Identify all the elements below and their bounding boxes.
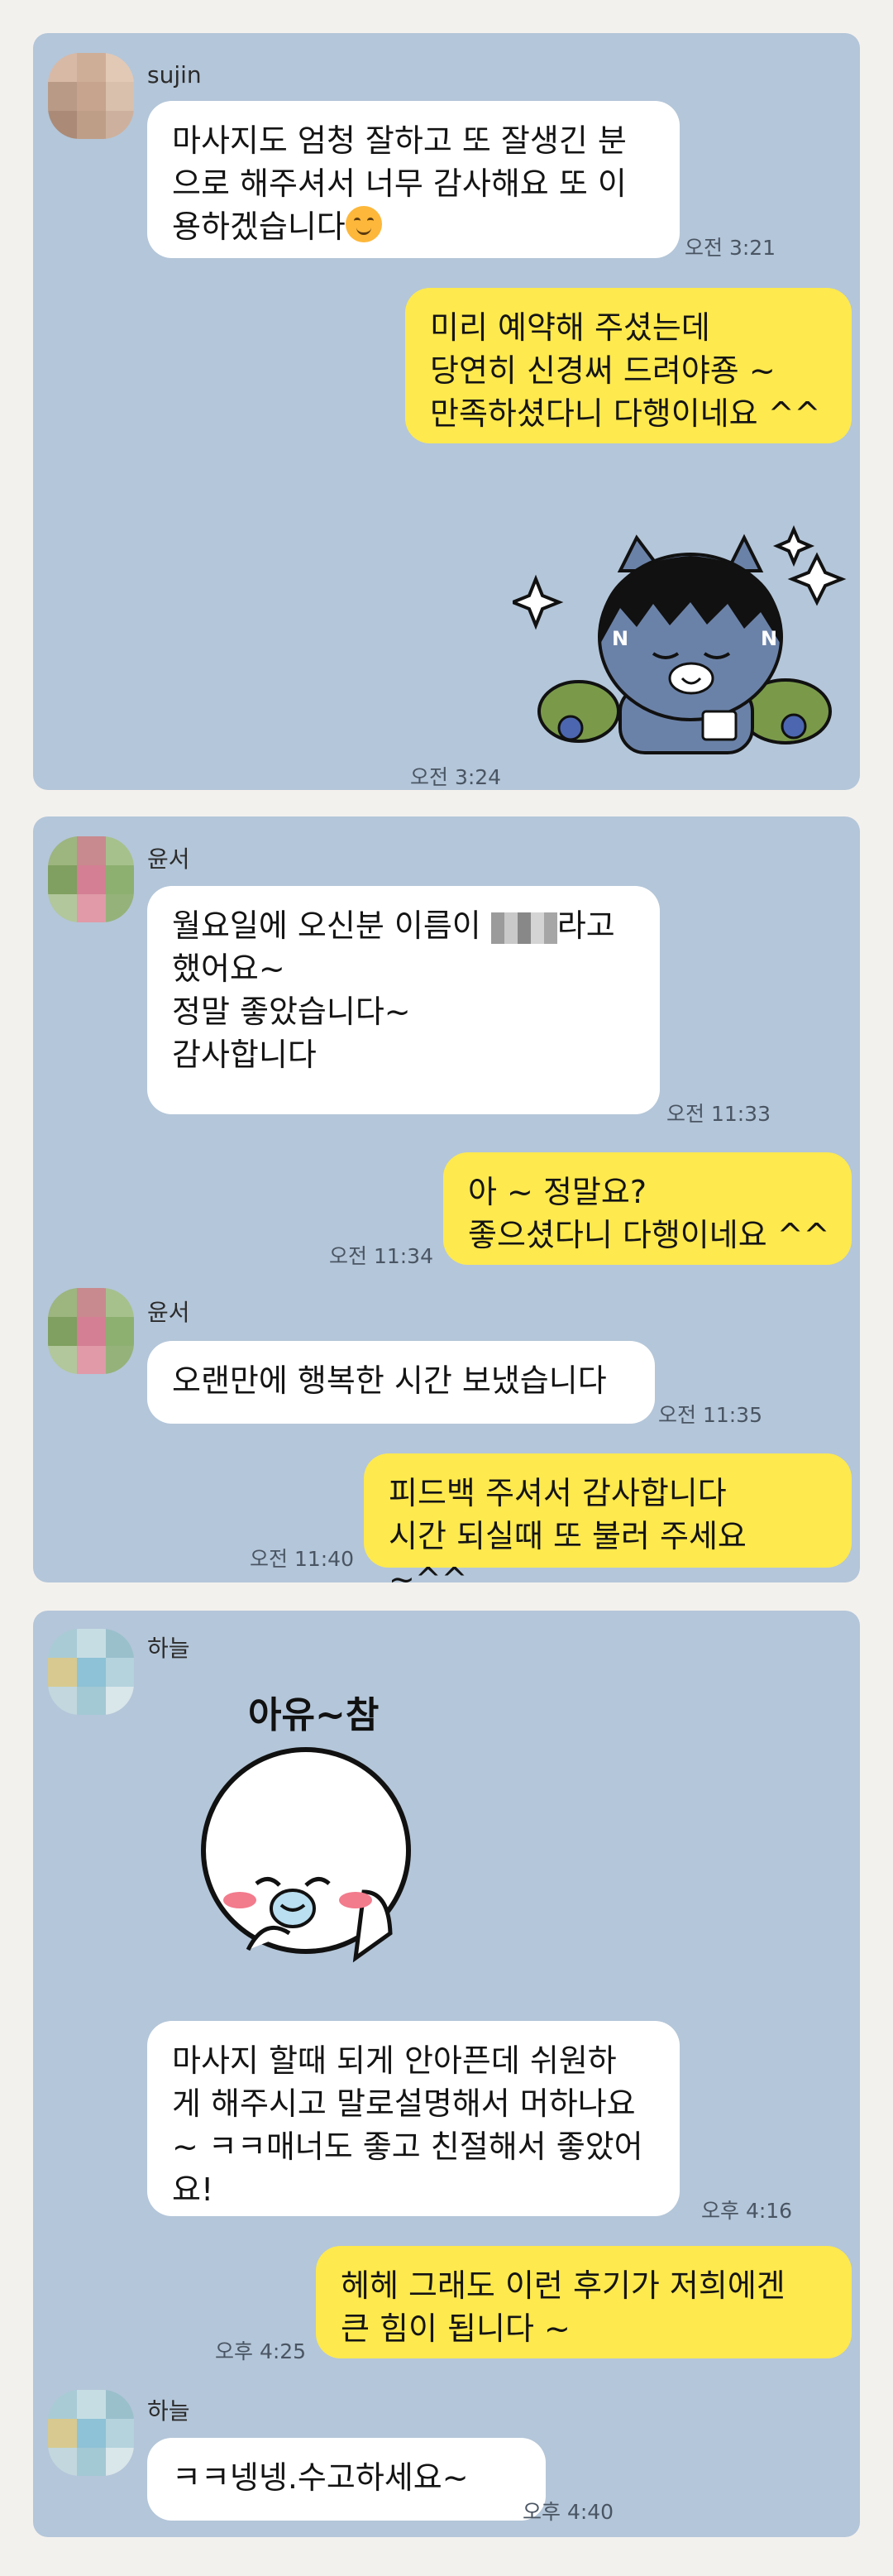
outgoing-message[interactable]: 미리 예약해 주셨는데 당연히 신경써 드려야죵 ~ 만족하셨다니 다행이네요 … bbox=[405, 288, 852, 443]
avatar[interactable] bbox=[48, 836, 134, 922]
incoming-message[interactable]: 마사지도 엄청 잘하고 또 잘생긴 분 으로 해주셔서 너무 감사해요 또 이 … bbox=[147, 101, 680, 258]
message-time: 오전 11:34 bbox=[329, 1244, 433, 1268]
message-time: 오전 3:21 bbox=[685, 236, 776, 260]
message-text: 헤헤 그래도 이런 후기가 저희에겐 큰 힘이 됩니다 ~ bbox=[341, 2267, 786, 2347]
sender-name: 하늘 bbox=[147, 1635, 190, 1662]
sender-name: sujin bbox=[147, 61, 202, 89]
message-text: 오랜만에 행복한 시간 보냈습니다 bbox=[172, 1362, 607, 1399]
message-text: 마사지 할때 되게 안아픈데 쉬원하 게 해주시고 말로설명해서 머하나요 ~ … bbox=[172, 2042, 643, 2208]
incoming-message[interactable]: 오랜만에 행복한 시간 보냈습니다 bbox=[147, 1341, 655, 1424]
message-time: 오전 11:35 bbox=[658, 1403, 762, 1427]
message-time: 오전 11:40 bbox=[250, 1547, 354, 1571]
message-text: 아 ~ 정말요? 좋으셨다니 다행이네요 ^^ bbox=[468, 1174, 830, 1253]
chat-panel-1: sujin 마사지도 엄청 잘하고 또 잘생긴 분 으로 해주셔서 너무 감사해… bbox=[33, 33, 860, 790]
message-time: 오후 4:40 bbox=[523, 2500, 614, 2524]
outgoing-message[interactable]: 피드백 주셔서 감사합니다 시간 되실때 또 불러 주세요 ~^^ bbox=[364, 1453, 852, 1582]
sticker-caption: 아유~참 bbox=[248, 1694, 380, 1736]
chat-panel-3: 하늘 아유~참 마사지 할때 되게 안아픈데 쉬원하 게 해주시고 말로설명해서… bbox=[33, 1611, 860, 2537]
message-time: 오전 11:33 bbox=[666, 1102, 771, 1126]
svg-text:N: N bbox=[612, 627, 628, 650]
message-text: 미리 예약해 주셨는데 당연히 신경써 드려야죵 ~ 만족하셨다니 다행이네요 … bbox=[430, 309, 821, 432]
redacted-name bbox=[490, 912, 557, 944]
chat-panel-2: 윤서 월요일에 오신분 이름이 라고 했어요~ 정말 좋았습니다~ 감사합니다 … bbox=[33, 816, 860, 1582]
message-time: 오전 3:24 bbox=[410, 765, 502, 789]
message-text: 월요일에 오신분 이름이 bbox=[172, 907, 491, 944]
message-text: 마사지도 엄청 잘하고 또 잘생긴 분 으로 해주셔서 너무 감사해요 또 이 … bbox=[172, 122, 627, 245]
message-time: 오후 4:16 bbox=[701, 2199, 793, 2223]
svg-text:N: N bbox=[761, 627, 777, 650]
avatar[interactable] bbox=[48, 1288, 134, 1374]
outgoing-message[interactable]: 아 ~ 정말요? 좋으셨다니 다행이네요 ^^ bbox=[443, 1152, 852, 1265]
sender-name: 윤서 bbox=[147, 845, 190, 873]
cat-character-sticker[interactable]: N N bbox=[513, 480, 860, 761]
avatar[interactable] bbox=[48, 2390, 134, 2476]
sender-name: 윤서 bbox=[147, 1299, 190, 1326]
incoming-message[interactable]: 월요일에 오신분 이름이 라고 했어요~ 정말 좋았습니다~ 감사합니다 bbox=[147, 886, 660, 1114]
avatar[interactable] bbox=[48, 53, 134, 139]
avatar[interactable] bbox=[48, 1629, 134, 1715]
message-time: 오후 4:25 bbox=[215, 2339, 307, 2363]
incoming-message[interactable]: ㅋㅋ넹넹.수고하세요~ bbox=[147, 2438, 546, 2521]
message-text: ㅋㅋ넹넹.수고하세요~ bbox=[172, 2459, 469, 2496]
message-text: 피드백 주셔서 감사합니다 시간 되실때 또 불러 주세요 ~^^ bbox=[389, 1475, 747, 1582]
incoming-message[interactable]: 마사지 할때 되게 안아픈데 쉬원하 게 해주시고 말로설명해서 머하나요 ~ … bbox=[147, 2021, 680, 2216]
outgoing-message[interactable]: 헤헤 그래도 이런 후기가 저희에겐 큰 힘이 됩니다 ~ bbox=[316, 2246, 852, 2358]
sender-name: 하늘 bbox=[147, 2397, 190, 2425]
smiling-face-icon bbox=[345, 206, 382, 242]
round-face-sticker[interactable] bbox=[198, 1743, 446, 1975]
